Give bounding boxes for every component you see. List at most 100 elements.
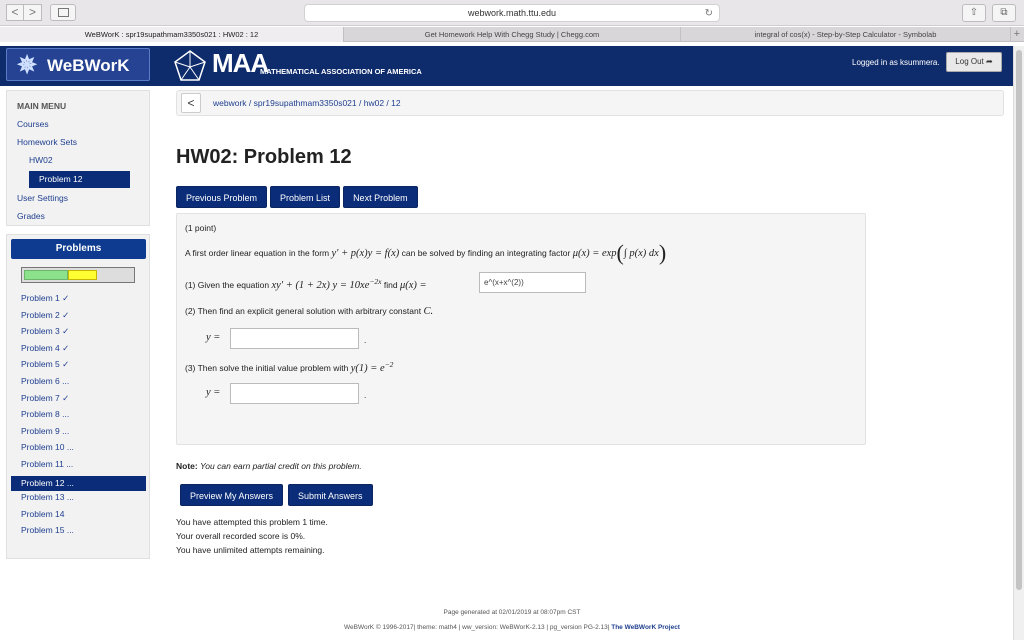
problem-list-item[interactable]: Problem 7 ✓	[21, 393, 69, 404]
reload-icon[interactable]: ↻	[705, 6, 713, 22]
back-arrow-icon[interactable]: <	[6, 4, 24, 21]
url-text: webwork.math.ttu.edu	[467, 8, 557, 18]
webwork-star-icon: ✵	[17, 52, 38, 79]
part1-mu: μ(x) =	[399, 279, 427, 291]
remaining-status: You have unlimited attempts remaining.	[176, 545, 325, 555]
tab-symbolab[interactable]: integral of cos(x) - Step-by-Step Calcul…	[681, 27, 1011, 42]
menu-item-hw02[interactable]: HW02	[29, 155, 53, 165]
previous-problem-button[interactable]: Previous Problem	[176, 186, 268, 208]
submit-row: Preview My Answers Submit Answers	[180, 484, 373, 506]
answer-input-ivp-solution[interactable]	[230, 383, 359, 404]
score-status: Your overall recorded score is 0%.	[176, 531, 306, 541]
logout-label: Log Out	[955, 57, 984, 66]
part3-equation: y(1) = e	[350, 362, 385, 374]
breadcrumb-path[interactable]: webwork / spr19supathmam3350s021 / hw02 …	[213, 98, 401, 108]
part-2: (2) Then find an explicit general soluti…	[185, 306, 433, 317]
attempts-status: You have attempted this problem 1 time.	[176, 517, 328, 527]
next-problem-button[interactable]: Next Problem	[343, 186, 418, 208]
forward-arrow-icon[interactable]: >	[24, 4, 42, 21]
preview-answers-button[interactable]: Preview My Answers	[180, 484, 284, 506]
breadcrumb: < webwork / spr19supathmam3350s021 / hw0…	[176, 90, 1004, 116]
answer-input-general-solution[interactable]	[230, 328, 359, 349]
problem-list-item[interactable]: Problem 9 ...	[21, 426, 69, 436]
tab-chegg[interactable]: Get Homework Help With Chegg Study | Che…	[344, 27, 681, 42]
scroll-thumb[interactable]	[1016, 50, 1022, 590]
open-paren: (	[616, 240, 624, 265]
footer-project-link[interactable]: The WeBWorK Project	[611, 624, 680, 631]
logout-icon: ➦	[986, 57, 993, 66]
note-label: Note:	[176, 461, 198, 471]
problem-points: (1 point)	[185, 223, 217, 233]
footer-generated: Page generated at 02/01/2019 at 08:07pm …	[443, 609, 581, 616]
problems-title: Problems	[11, 239, 146, 259]
y-label-1: y =	[206, 332, 221, 343]
logout-button[interactable]: Log Out ➦	[946, 52, 1002, 72]
address-bar[interactable]: webwork.math.ttu.edu ↻	[304, 4, 720, 22]
close-paren: )	[658, 240, 667, 265]
page-title: HW02: Problem 12	[176, 146, 352, 168]
tab-overview-icon[interactable]: ⧉	[992, 4, 1016, 22]
problem-intro: A first order linear equation in the for…	[185, 240, 666, 266]
share-icon[interactable]: ⇧	[962, 4, 986, 22]
part2-text: (2) Then find an explicit general soluti…	[185, 306, 422, 316]
part2-period: .	[364, 335, 367, 345]
part1-find: find	[383, 279, 398, 290]
nav-buttons: < >	[6, 4, 42, 21]
menu-item-problem-12[interactable]: Problem 12	[29, 171, 130, 188]
maa-subtitle: MATHEMATICAL ASSOCIATION OF AMERICA	[260, 67, 422, 76]
part-3: (3) Then solve the initial value problem…	[185, 360, 393, 374]
site-header: ✵ WeBWorK MAA MATHEMATICAL ASSOCIATION O…	[0, 46, 1024, 86]
tab-webwork[interactable]: WeBWorK : spr19supathmam3350s021 : HW02 …	[0, 27, 344, 42]
menu-item-grades[interactable]: Grades	[17, 211, 45, 221]
problem-list-item[interactable]: Problem 12 ...	[11, 475, 146, 491]
problem-list-item[interactable]: Problem 4 ✓	[21, 343, 69, 354]
menu-item-user-settings[interactable]: User Settings	[17, 193, 68, 203]
problem-list-item[interactable]: Problem 1 ✓	[21, 293, 69, 304]
progress-correct	[24, 270, 68, 280]
main-menu-heading: MAIN MENU	[17, 101, 67, 111]
part3-prefix: (3) Then solve the initial value problem…	[185, 362, 349, 373]
problem-list-item[interactable]: Problem 8 ...	[21, 409, 69, 419]
problem-list-item[interactable]: Problem 5 ✓	[21, 359, 69, 370]
answer-input-mu[interactable]: e^(x+x^(2))	[479, 272, 586, 293]
part3-exponent: −2	[384, 360, 394, 369]
problem-list-item[interactable]: Problem 6 ...	[21, 376, 69, 386]
intro-equation: y′ + p(x)y = f(x)	[331, 248, 400, 259]
problem-list-item[interactable]: Problem 10 ...	[21, 442, 74, 452]
problem-list-item[interactable]: Problem 14	[21, 509, 64, 519]
footer-credits: WeBWorK © 1996-2017| theme: math4 | ww_v…	[0, 624, 1024, 631]
part3-period: .	[364, 390, 367, 400]
intro-mid: can be solved by finding an integrating …	[401, 248, 571, 258]
maa-polyhedron-icon	[174, 50, 206, 81]
part-1: (1) Given the equation xy′ + (1 + 2x) y …	[185, 277, 427, 291]
new-tab-icon[interactable]: +	[1014, 27, 1020, 41]
problem-body: (1 point) A first order linear equation …	[176, 213, 866, 445]
browser-toolbar: < > webwork.math.ttu.edu ↻ ⇧ ⧉	[0, 0, 1024, 26]
problem-nav: Previous Problem Problem List Next Probl…	[176, 186, 418, 208]
menu-item-courses[interactable]: Courses	[17, 119, 49, 129]
note-text: You can earn partial credit on this prob…	[200, 461, 362, 471]
page-scrollbar[interactable]	[1013, 46, 1024, 640]
problem-list-item[interactable]: Problem 2 ✓	[21, 310, 69, 321]
problems-panel: Problems Problem 1 ✓ Problem 2 ✓ Problem 3…	[6, 234, 150, 559]
logged-in-text: Logged in as ksummera.	[852, 58, 940, 67]
menu-item-homework-sets[interactable]: Homework Sets	[17, 137, 77, 147]
problem-list-item[interactable]: Problem 3 ✓	[21, 326, 69, 337]
progress-attempted	[68, 270, 97, 280]
breadcrumb-back-button[interactable]: <	[181, 93, 201, 113]
submit-answers-button[interactable]: Submit Answers	[288, 484, 373, 506]
problem-list-item[interactable]: Problem 13 ...	[21, 492, 74, 502]
webwork-logo[interactable]: ✵ WeBWorK	[6, 48, 150, 81]
webwork-logo-text: WeBWorK	[47, 56, 130, 75]
intro-factor: μ(x) = exp	[572, 248, 617, 259]
problem-list-item[interactable]: Problem 15 ...	[21, 525, 74, 535]
problem-list-item[interactable]: Problem 11 ...	[21, 459, 73, 469]
problem-list-button[interactable]: Problem List	[270, 186, 341, 208]
intro-prefix: A first order linear equation in the for…	[185, 248, 330, 258]
main-menu: MAIN MENU Courses Homework Sets HW02 Pro…	[6, 90, 150, 226]
part1-exponent: −2x	[369, 277, 382, 286]
intro-integral: ∫ p(x) dx	[623, 248, 659, 259]
tab-bar: WeBWorK : spr19supathmam3350s021 : HW02 …	[0, 27, 1024, 42]
sidebar-toggle-icon[interactable]	[50, 4, 76, 21]
part1-prefix: (1) Given the equation	[185, 279, 270, 290]
